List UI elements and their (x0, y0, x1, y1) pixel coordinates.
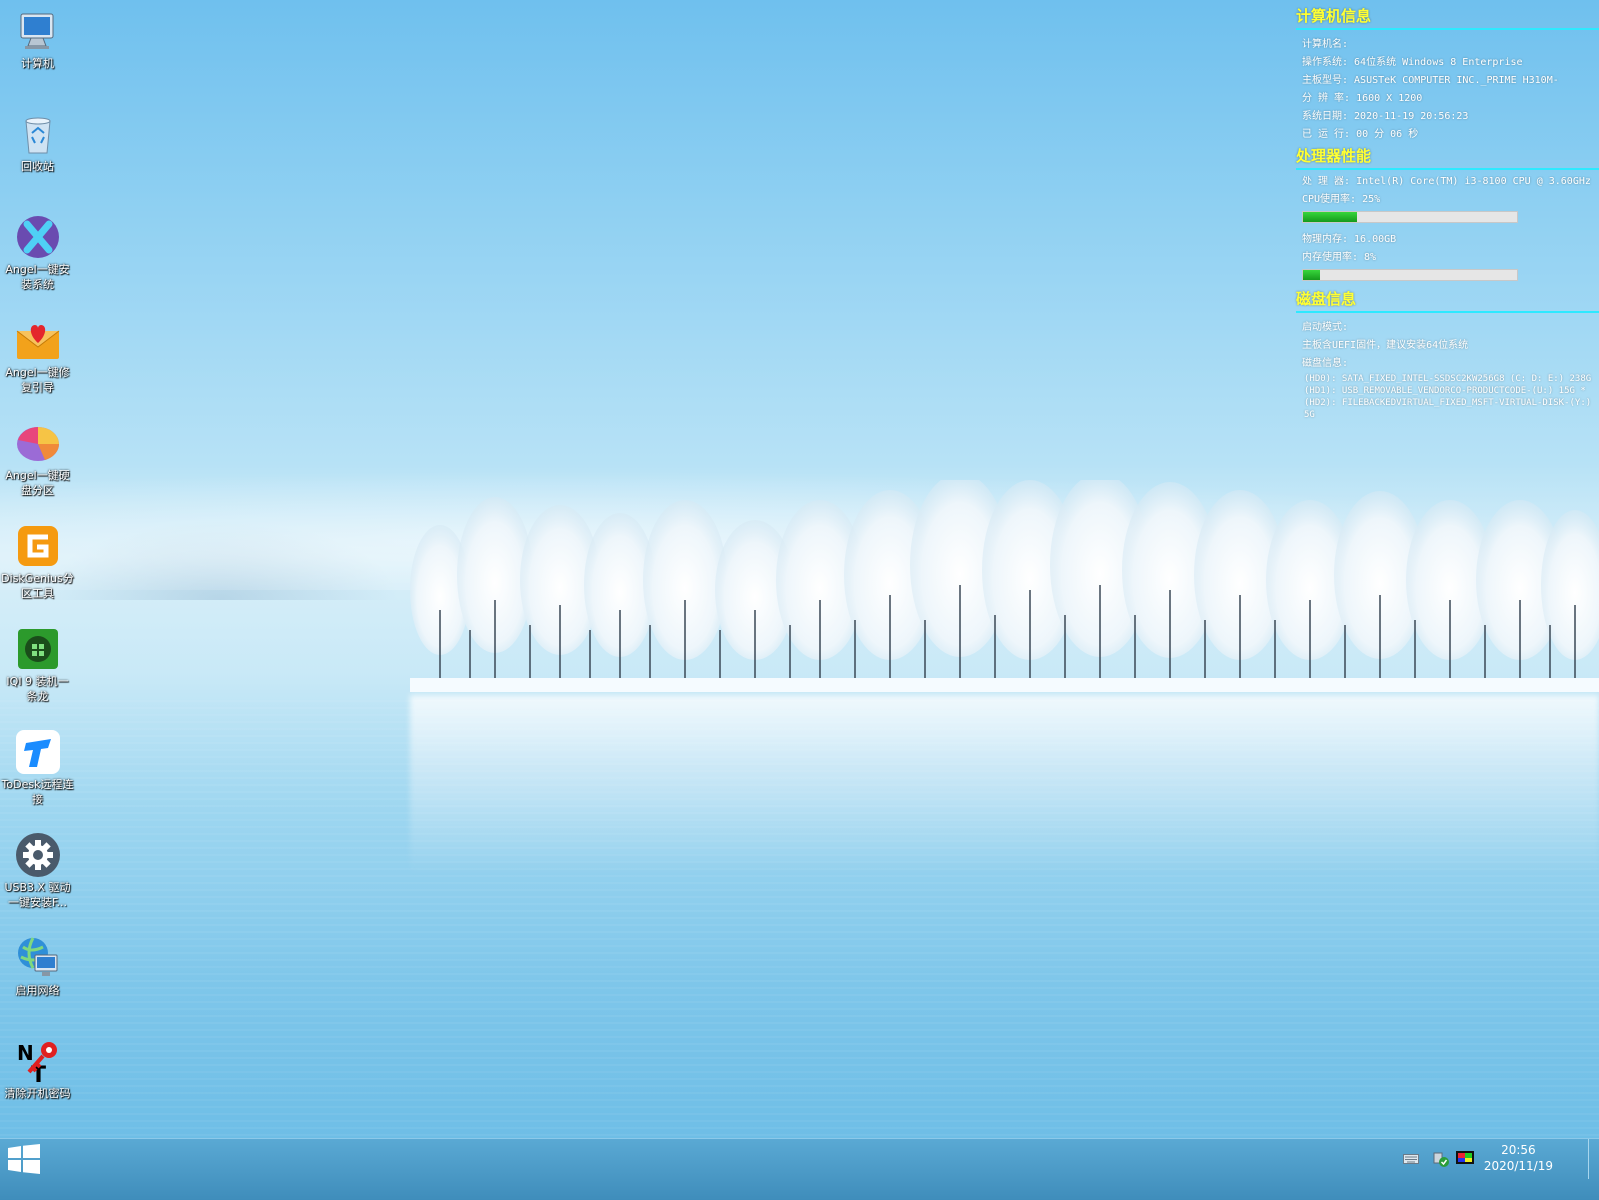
operating-system: 操作系统: 64位系统 Windows 8 Enterprise (1302, 57, 1523, 68)
desktop-icon-angel-install[interactable]: Angel一键安装系统 (0, 208, 75, 292)
cpu-usage-fill (1303, 212, 1357, 222)
system-date: 系统日期: 2020-11-19 20:56:23 (1302, 111, 1469, 122)
enable-network-icon (15, 935, 61, 981)
memory-usage-fill (1303, 270, 1321, 280)
desktop-icon-label: Angel一键修复引导 (5, 366, 70, 394)
desktop-icon-label: IQI 9 装机一条龙 (6, 675, 69, 703)
disk-hd2: (HD2): FILEBACKEDVIRTUAL_FIXED_MSFT-VIRT… (1304, 398, 1592, 420)
computer-icon (15, 8, 61, 54)
show-desktop-button[interactable] (1588, 1139, 1599, 1179)
desktop-icon-enable-network[interactable]: 启用网络 (0, 929, 75, 998)
uptime: 已 运 行: 00 分 06 秒 (1302, 129, 1419, 140)
clock-date: 2020/11/19 (1483, 1159, 1553, 1173)
motherboard-model: 主板型号: ASUSTeK COMPUTER INC._PRIME H310M- (1302, 75, 1559, 86)
start-button[interactable] (0, 1139, 48, 1179)
desktop-icon-iqi9[interactable]: IQI 9 装机一条龙 (0, 620, 75, 704)
recycle-bin-icon (15, 111, 61, 157)
water-ripples (0, 700, 1599, 1160)
desktop-icon-clear-password[interactable]: N T 清除开机密码 (0, 1032, 75, 1101)
desktop-icon-computer[interactable]: 计算机 (0, 2, 75, 71)
desktop-icon-label: USB3.X 驱动一键安装F... (4, 881, 71, 909)
processor-info: 处 理 器: Intel(R) Core(TM) i3-8100 CPU @ 3… (1302, 176, 1591, 187)
angel-install-icon (15, 214, 61, 260)
usb-driver-gear-icon (15, 832, 61, 878)
desktop-icon-label: 启用网络 (15, 984, 60, 997)
disk-info-title: 磁盘信息 (1296, 289, 1599, 313)
desktop-icon-usb-driver[interactable]: USB3.X 驱动一键安装F... (0, 826, 75, 910)
desktop-icon-label: Angel一键安装系统 (5, 263, 70, 291)
cpu-usage-label: CPU使用率: 25% (1302, 194, 1381, 205)
system-info-panel: 计算机信息 计算机名: 操作系统: 64位系统 Windows 8 Enterp… (1296, 6, 1599, 421)
taskbar: 20:56 2020/11/19 (0, 1138, 1599, 1200)
disk-hd1: (HD1): USB_REMOVABLE_VENDORCO-PRODUCTCOD… (1304, 386, 1586, 396)
windows-logo-icon (8, 1144, 40, 1174)
angel-partition-icon (15, 420, 61, 466)
desktop-icon-label: 回收站 (21, 160, 54, 173)
desktop-icon-label: DiskGenius分区工具 (1, 572, 74, 600)
desktop-icon-angel-partition[interactable]: Angel一键硬盘分区 (0, 414, 75, 498)
network-status-icon[interactable] (1432, 1147, 1450, 1171)
diskgenius-icon (15, 523, 61, 569)
keyboard-icon[interactable] (1403, 1147, 1419, 1171)
taskbar-clock[interactable]: 20:56 2020/11/19 (1484, 1142, 1553, 1174)
todesk-icon (15, 729, 61, 775)
clear-password-key-icon: N T (15, 1038, 61, 1088)
disk-hd0: (HD0): SATA_FIXED_INTEL-SSDSC2KW256G8 (C… (1304, 374, 1592, 384)
physical-memory: 物理内存: 16.00GB (1302, 234, 1397, 245)
desktop-icon-todesk[interactable]: ToDesk远程连接 (0, 723, 75, 807)
computer-info-title: 计算机信息 (1296, 6, 1599, 30)
computer-name: 计算机名: (1302, 39, 1349, 50)
desktop-icon-diskgenius[interactable]: DiskGenius分区工具 (0, 517, 75, 601)
boot-mode: 启动模式: (1302, 322, 1349, 333)
cpu-performance-title: 处理器性能 (1296, 146, 1599, 170)
desktop-icon-recycle-bin[interactable]: 回收站 (0, 105, 75, 174)
desktop-icon-label: ToDesk远程连接 (1, 778, 74, 806)
clock-time: 20:56 (1501, 1143, 1536, 1157)
screen-resolution: 分 辨 率: 1600 X 1200 (1302, 93, 1423, 104)
iqi9-icon (15, 626, 61, 672)
disk-info-label: 磁盘信息: (1302, 358, 1349, 369)
desktop-icon-angel-repair-boot[interactable]: Angel一键修复引导 (0, 311, 75, 395)
snowy-trees (410, 480, 1599, 692)
desktop-icon-label: 计算机 (21, 57, 54, 70)
memory-usage-bar (1302, 269, 1518, 281)
cpu-usage-bar (1302, 211, 1518, 223)
uefi-hint: 主板含UEFI固件，建议安装64位系统 (1302, 340, 1469, 351)
desktop-icon-label: 清除开机密码 (4, 1087, 71, 1100)
desktop-icon-label: Angel一键硬盘分区 (5, 469, 70, 497)
angel-repair-boot-icon (15, 317, 61, 363)
memory-usage-label: 内存使用率: 8% (1302, 252, 1377, 263)
svg-text:N: N (17, 1041, 34, 1065)
display-settings-icon[interactable] (1456, 1147, 1474, 1171)
